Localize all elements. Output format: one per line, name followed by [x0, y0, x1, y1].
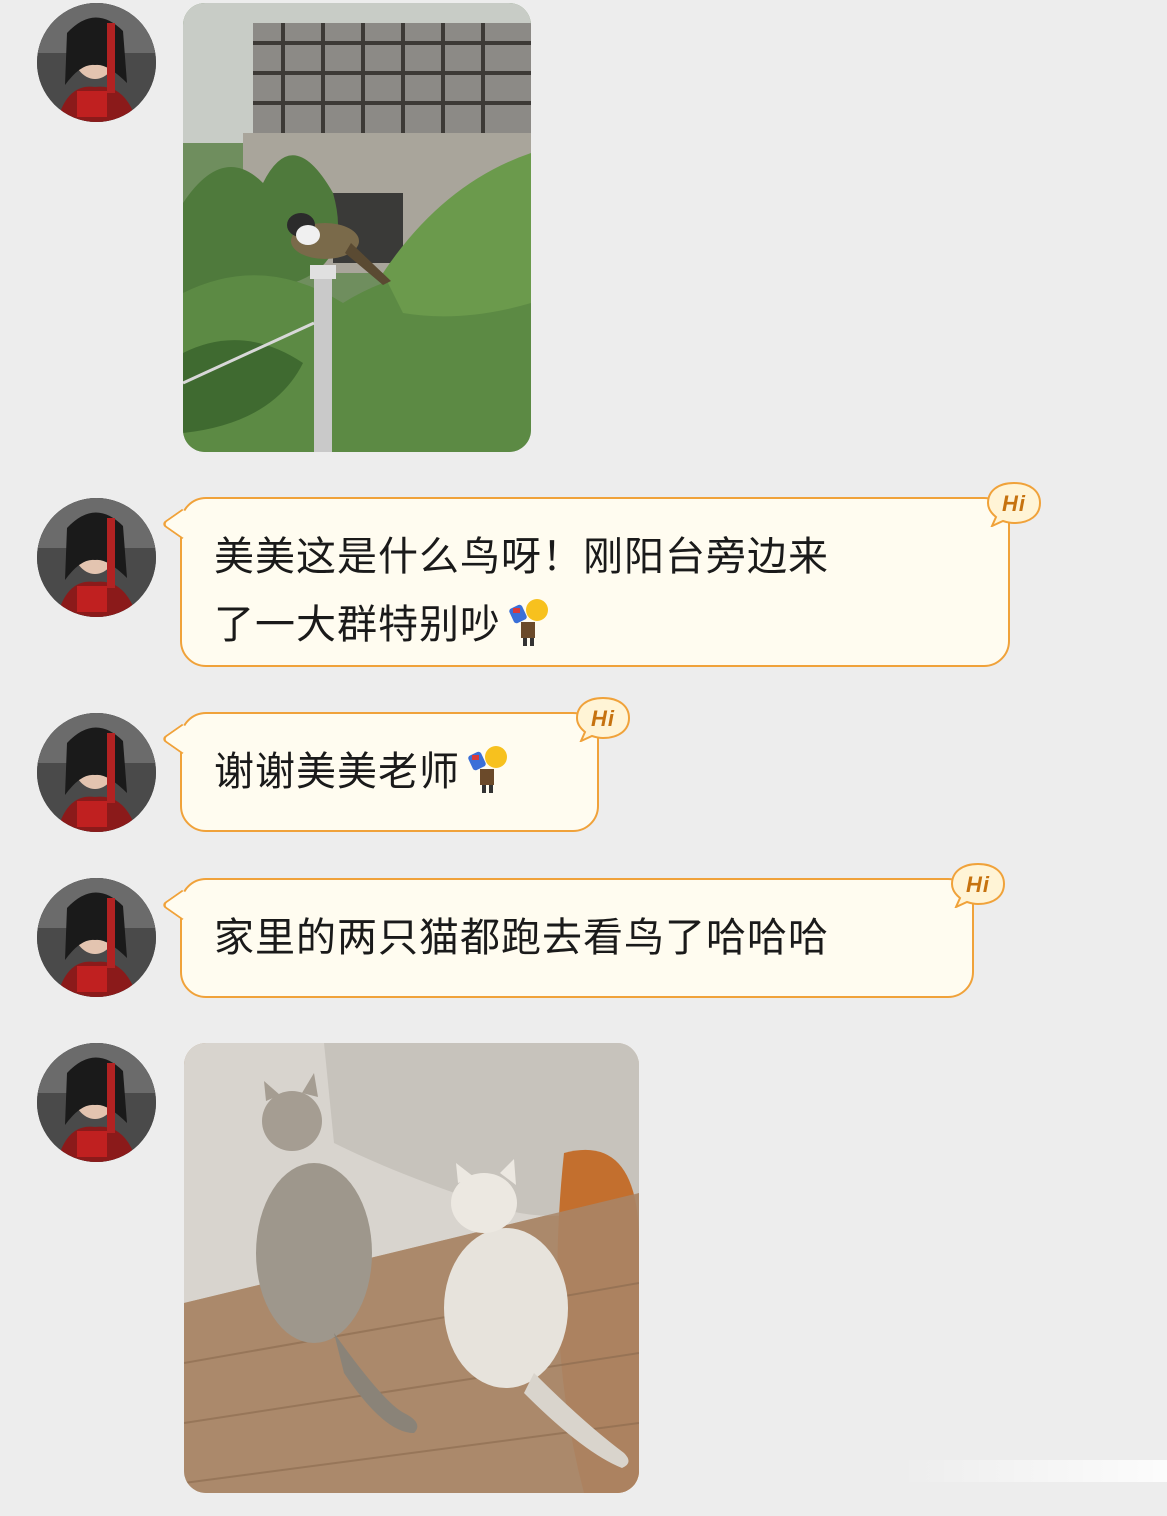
chat-conversation: 美美这是什么鸟呀！刚阳台旁边来 了一大群特别吵 Hi 谢谢美美老师 Hi 家里的… — [0, 0, 1167, 1516]
sender-avatar[interactable] — [37, 1043, 156, 1162]
bowing-figure-emoji-icon — [468, 746, 507, 793]
svg-text:Hi: Hi — [591, 706, 615, 731]
cats-photo[interactable] — [184, 1043, 639, 1493]
scroll-indicator — [900, 1460, 1167, 1482]
message-bubble[interactable]: 家里的两只猫都跑去看鸟了哈哈哈 Hi — [160, 862, 1006, 998]
message-text: 美美这是什么鸟呀！刚阳台旁边来 了一大群特别吵 — [214, 534, 829, 648]
message-bubble[interactable]: 美美这是什么鸟呀！刚阳台旁边来 了一大群特别吵 Hi — [160, 481, 1042, 667]
message-bubble[interactable]: 谢谢美美老师 Hi — [160, 696, 631, 832]
message-text: 家里的两只猫都跑去看鸟了哈哈哈 — [214, 915, 829, 961]
sender-avatar[interactable] — [37, 498, 156, 617]
hi-badge-icon: Hi — [950, 862, 1006, 908]
svg-text:Hi: Hi — [1002, 491, 1026, 516]
bowing-figure-emoji-icon — [509, 599, 548, 646]
bubble-tail — [160, 723, 204, 755]
two-cats-icon — [184, 1043, 639, 1493]
bird-on-pole-icon — [183, 3, 531, 452]
bird-photo[interactable] — [183, 3, 531, 452]
hi-badge-icon: Hi — [986, 481, 1042, 527]
bubble-tail — [160, 508, 204, 540]
sender-avatar[interactable] — [37, 3, 156, 122]
sender-avatar[interactable] — [37, 878, 156, 997]
sender-avatar[interactable] — [37, 713, 156, 832]
hi-badge-icon: Hi — [575, 696, 631, 742]
bubble-tail — [160, 889, 204, 921]
message-text: 谢谢美美老师 — [214, 738, 565, 806]
svg-text:Hi: Hi — [966, 872, 990, 897]
